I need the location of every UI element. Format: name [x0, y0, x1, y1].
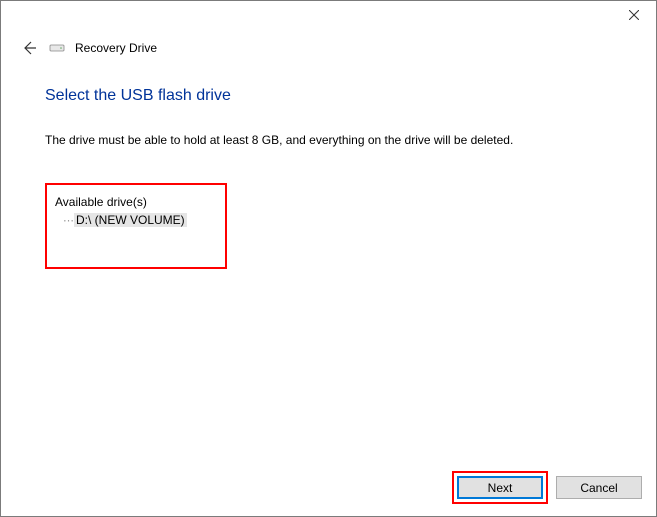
page-title: Select the USB flash drive — [45, 87, 612, 105]
close-button[interactable] — [611, 1, 656, 29]
header-row: Recovery Drive — [1, 31, 656, 59]
instruction-text: The drive must be able to hold at least … — [45, 133, 612, 147]
back-arrow-icon — [21, 40, 37, 56]
close-icon — [629, 10, 639, 20]
available-drives-box: Available drive(s) ⋯ D:\ (NEW VOLUME) — [45, 183, 227, 269]
next-button-highlight: Next — [452, 471, 548, 504]
footer: Next Cancel — [1, 459, 656, 516]
drive-icon — [49, 42, 65, 54]
recovery-drive-wizard: Recovery Drive Select the USB flash driv… — [0, 0, 657, 517]
titlebar — [1, 1, 656, 31]
content-area: Select the USB flash drive The drive mus… — [1, 59, 656, 459]
next-button[interactable]: Next — [457, 476, 543, 499]
drive-entry: D:\ (NEW VOLUME) — [74, 213, 187, 227]
cancel-button-wrap: Cancel — [556, 476, 642, 499]
tree-connector-icon: ⋯ — [63, 214, 73, 227]
available-drives-label: Available drive(s) — [55, 195, 215, 209]
back-button[interactable] — [19, 38, 39, 58]
wizard-name: Recovery Drive — [75, 41, 157, 55]
cancel-button[interactable]: Cancel — [556, 476, 642, 499]
drive-tree-item[interactable]: ⋯ D:\ (NEW VOLUME) — [63, 213, 215, 227]
